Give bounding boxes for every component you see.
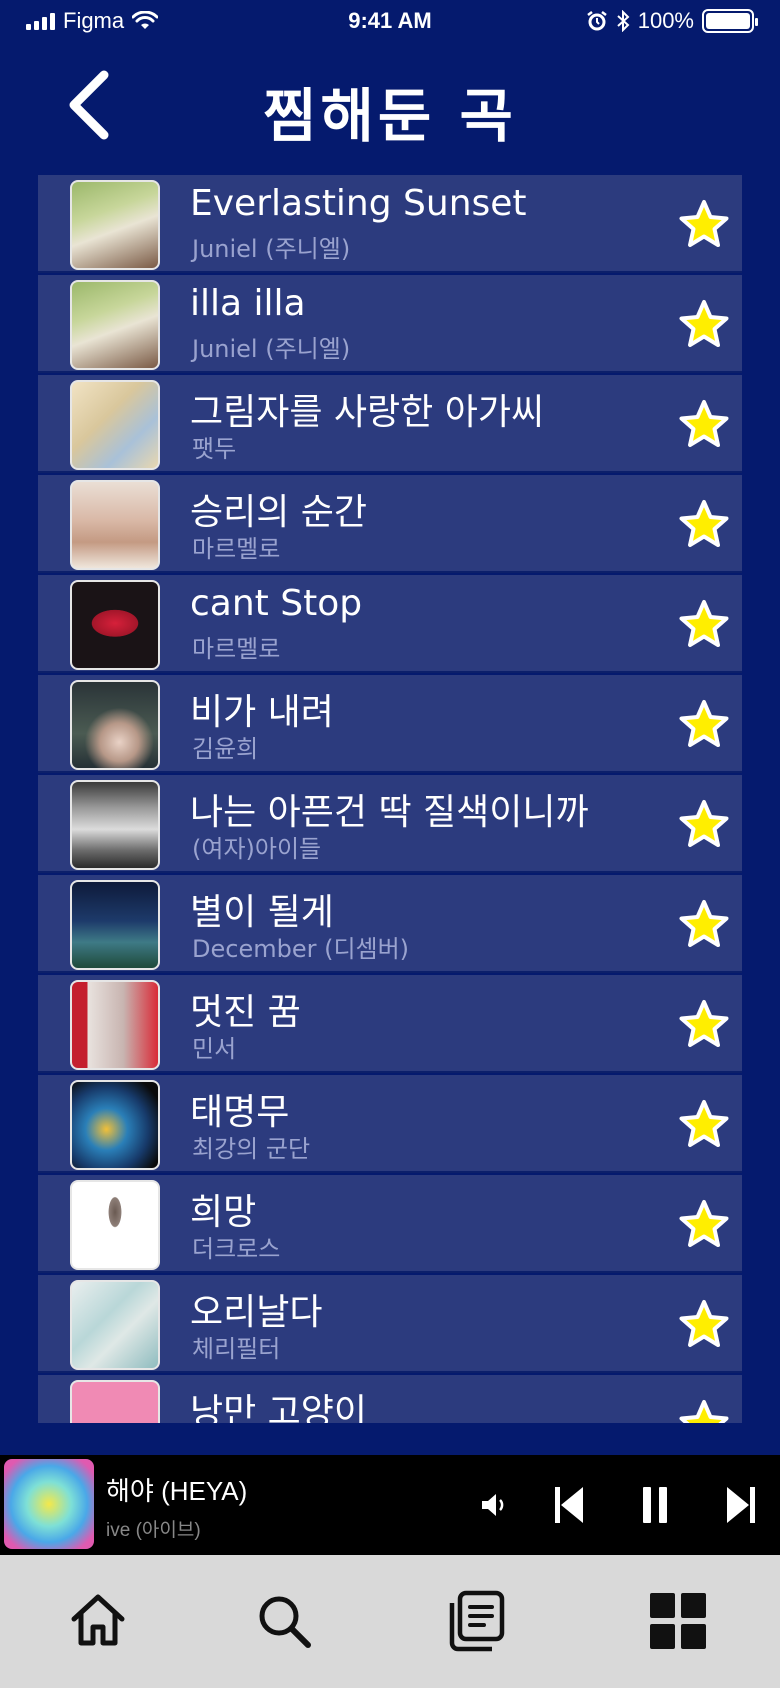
song-artist: 팻두 — [192, 435, 237, 463]
song-title: 그림자를 사랑한 아가씨 — [190, 392, 545, 433]
song-title: 별이 될게 — [190, 892, 334, 933]
battery-percent: 100% — [637, 8, 694, 33]
song-row[interactable]: illa illa Juniel (주니엘) — [38, 275, 742, 373]
song-row[interactable]: 태명무 최강의 군단 — [38, 1075, 742, 1173]
favorite-star-icon[interactable] — [678, 499, 730, 549]
song-row[interactable]: 비가 내려 김윤희 — [38, 675, 742, 773]
song-row[interactable]: 나는 아픈건 딱 질색이니까 (여자)아이들 — [38, 775, 742, 873]
song-artist: December (디셈버) — [192, 935, 410, 963]
song-title: 희망 — [190, 1192, 257, 1233]
status-right: 100% — [586, 8, 758, 34]
song-artist: 체리필터 — [192, 1335, 281, 1363]
favorite-song-list[interactable]: Everlasting Sunset Juniel (주니엘) illa ill… — [38, 175, 742, 1423]
album-art — [70, 1380, 160, 1423]
previous-track-button[interactable] — [552, 1483, 586, 1527]
favorite-star-icon[interactable] — [678, 1399, 730, 1423]
home-icon[interactable] — [66, 1589, 130, 1653]
album-art — [70, 880, 160, 970]
song-title: 멋진 꿈 — [190, 992, 301, 1033]
favorite-star-icon[interactable] — [678, 199, 730, 249]
song-row[interactable]: 낭만 고양이 — [38, 1375, 742, 1423]
song-row[interactable]: cant Stop 마르멜로 — [38, 575, 742, 673]
song-artist: 김윤희 — [192, 735, 259, 763]
song-artist: 더크로스 — [192, 1235, 281, 1263]
player-album-art — [4, 1459, 94, 1549]
song-title: 승리의 순간 — [190, 492, 368, 533]
page-title: 찜해둔 곡 — [263, 82, 517, 150]
song-artist: 마르멜로 — [192, 535, 281, 563]
song-row[interactable]: 그림자를 사랑한 아가씨 팻두 — [38, 375, 742, 473]
song-artist: Juniel (주니엘) — [192, 235, 351, 263]
album-art — [70, 1080, 160, 1170]
song-row[interactable]: 승리의 순간 마르멜로 — [38, 475, 742, 573]
album-art — [70, 780, 160, 870]
album-art — [70, 480, 160, 570]
menu-grid-icon[interactable] — [646, 1589, 710, 1653]
album-art — [70, 1180, 160, 1270]
song-row[interactable]: 오리날다 체리필터 — [38, 1275, 742, 1373]
song-title: 비가 내려 — [190, 692, 334, 733]
alarm-icon — [586, 11, 607, 31]
song-title: 낭만 고양이 — [190, 1392, 368, 1423]
player-song-title: 해야 (HEYA) — [106, 1476, 248, 1506]
song-title: 태명무 — [190, 1092, 290, 1133]
next-track-button[interactable] — [724, 1483, 758, 1527]
search-icon[interactable] — [252, 1589, 316, 1653]
mini-player[interactable]: 해야 (HEYA) ive (아이브) — [0, 1455, 780, 1555]
song-row[interactable]: Everlasting Sunset Juniel (주니엘) — [38, 175, 742, 273]
song-row[interactable]: 희망 더크로스 — [38, 1175, 742, 1273]
song-title: 오리날다 — [190, 1292, 323, 1333]
tab-bar — [0, 1555, 780, 1688]
album-art — [70, 980, 160, 1070]
favorite-star-icon[interactable] — [678, 299, 730, 349]
album-art — [70, 180, 160, 270]
song-title: cant Stop — [190, 583, 363, 624]
favorite-star-icon[interactable] — [678, 1199, 730, 1249]
album-art — [70, 1280, 160, 1370]
song-row[interactable]: 멋진 꿈 민서 — [38, 975, 742, 1073]
pause-button[interactable] — [638, 1483, 672, 1527]
player-artist: ive (아이브) — [106, 1520, 201, 1541]
battery-icon — [702, 9, 758, 33]
song-artist: Juniel (주니엘) — [192, 335, 351, 363]
album-art — [70, 280, 160, 370]
song-title: Everlasting Sunset — [190, 183, 527, 224]
favorite-star-icon[interactable] — [678, 999, 730, 1049]
favorite-star-icon[interactable] — [678, 699, 730, 749]
favorite-star-icon[interactable] — [678, 799, 730, 849]
favorite-star-icon[interactable] — [678, 899, 730, 949]
album-art — [70, 580, 160, 670]
album-art — [70, 380, 160, 470]
song-artist: 마르멜로 — [192, 635, 281, 663]
bluetooth-icon — [617, 10, 630, 32]
favorite-star-icon[interactable] — [678, 399, 730, 449]
song-row[interactable]: 별이 될게 December (디셈버) — [38, 875, 742, 973]
header: 찜해둔 곡 — [0, 55, 780, 155]
favorite-star-icon[interactable] — [678, 1099, 730, 1149]
status-bar: Figma 9:41 AM 100% — [0, 0, 780, 40]
album-art — [70, 680, 160, 770]
volume-icon[interactable] — [478, 1483, 508, 1527]
song-title: 나는 아픈건 딱 질색이니까 — [190, 792, 589, 833]
playlist-icon[interactable] — [442, 1589, 506, 1653]
song-artist: 민서 — [192, 1035, 237, 1063]
song-artist: 최강의 군단 — [192, 1135, 311, 1163]
favorite-star-icon[interactable] — [678, 1299, 730, 1349]
song-artist: (여자)아이들 — [192, 835, 322, 863]
song-title: illa illa — [190, 283, 306, 324]
favorite-star-icon[interactable] — [678, 599, 730, 649]
